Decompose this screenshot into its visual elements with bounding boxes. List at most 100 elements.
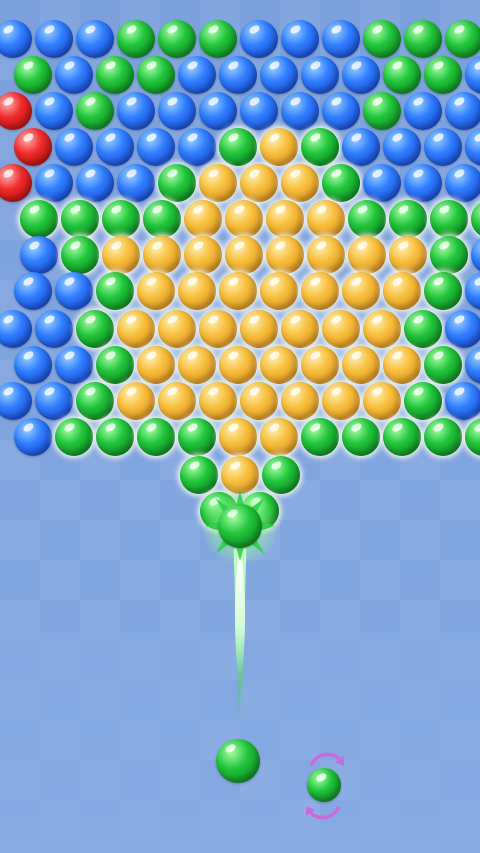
green-bubble (465, 418, 480, 456)
green-bubble (137, 56, 175, 94)
green-bubble (322, 164, 360, 202)
blue-bubble (404, 92, 442, 130)
orange-bubble (342, 272, 380, 310)
orange-bubble (307, 236, 345, 274)
blue-bubble (445, 164, 480, 202)
orange-bubble (219, 418, 257, 456)
orange-bubble (260, 346, 298, 384)
green-bubble (96, 418, 134, 456)
blue-bubble (465, 346, 480, 384)
orange-bubble (178, 272, 216, 310)
green-bubble (445, 20, 480, 58)
blue-bubble (424, 128, 462, 166)
blue-bubble (55, 346, 93, 384)
orange-bubble (322, 310, 360, 348)
orange-bubble (199, 310, 237, 348)
green-bubble (178, 418, 216, 456)
green-bubble (143, 200, 181, 238)
blue-bubble (471, 236, 480, 274)
blue-bubble (240, 92, 278, 130)
red-bubble (14, 128, 52, 166)
blue-bubble (117, 164, 155, 202)
orange-bubble (219, 272, 257, 310)
green-bubble (301, 418, 339, 456)
game-board[interactable] (0, 0, 480, 853)
green-bubble (404, 310, 442, 348)
blue-bubble (445, 382, 480, 420)
orange-bubble (363, 382, 401, 420)
green-bubble (471, 200, 480, 238)
orange-bubble (281, 382, 319, 420)
blue-bubble (0, 310, 32, 348)
green-bubble (404, 20, 442, 58)
orange-bubble (383, 272, 421, 310)
blue-bubble (178, 56, 216, 94)
green-bubble (61, 200, 99, 238)
blue-bubble (35, 92, 73, 130)
green-bubble (199, 20, 237, 58)
green-bubble (424, 418, 462, 456)
red-bubble (0, 164, 32, 202)
shooter-bubble[interactable] (216, 739, 260, 783)
green-bubble (383, 56, 421, 94)
orange-bubble (225, 236, 263, 274)
green-bubble (14, 56, 52, 94)
green-bubble (55, 418, 93, 456)
blue-bubble (0, 382, 32, 420)
green-bubble (404, 382, 442, 420)
green-bubble (137, 418, 175, 456)
green-bubble (102, 200, 140, 238)
blue-bubble (178, 128, 216, 166)
blue-bubble (342, 56, 380, 94)
orange-bubble (240, 310, 278, 348)
orange-bubble (260, 272, 298, 310)
orange-bubble (266, 236, 304, 274)
green-bubble (262, 456, 300, 494)
green-bubble (424, 272, 462, 310)
orange-bubble (281, 164, 319, 202)
orange-bubble (389, 236, 427, 274)
blue-bubble (322, 92, 360, 130)
orange-bubble (281, 310, 319, 348)
blue-bubble (117, 92, 155, 130)
orange-bubble (184, 236, 222, 274)
orange-bubble (199, 164, 237, 202)
orange-bubble (266, 200, 304, 238)
blue-bubble (199, 92, 237, 130)
orange-bubble (117, 382, 155, 420)
next-bubble[interactable] (307, 768, 341, 802)
orange-bubble (363, 310, 401, 348)
blue-bubble (465, 128, 480, 166)
orange-bubble (301, 272, 339, 310)
blue-bubble (0, 20, 32, 58)
orange-bubble (383, 346, 421, 384)
red-bubble (0, 92, 32, 130)
orange-bubble (184, 200, 222, 238)
orange-bubble (178, 346, 216, 384)
green-bubble (96, 272, 134, 310)
blue-bubble (96, 128, 134, 166)
green-bubble (383, 418, 421, 456)
orange-bubble (137, 346, 175, 384)
blue-bubble (445, 310, 480, 348)
blue-bubble (20, 236, 58, 274)
fired-bubble (218, 504, 262, 548)
blue-bubble (260, 56, 298, 94)
orange-bubble (158, 310, 196, 348)
aim-beam-core (235, 555, 245, 675)
blue-bubble (383, 128, 421, 166)
green-bubble (363, 92, 401, 130)
blue-bubble (281, 20, 319, 58)
green-bubble (301, 128, 339, 166)
green-bubble (117, 20, 155, 58)
green-bubble (158, 164, 196, 202)
orange-bubble (301, 346, 339, 384)
blue-bubble (322, 20, 360, 58)
orange-bubble (219, 346, 257, 384)
blue-bubble (76, 164, 114, 202)
orange-bubble (137, 272, 175, 310)
green-bubble (424, 56, 462, 94)
green-bubble (363, 20, 401, 58)
orange-bubble (143, 236, 181, 274)
green-bubble (96, 56, 134, 94)
